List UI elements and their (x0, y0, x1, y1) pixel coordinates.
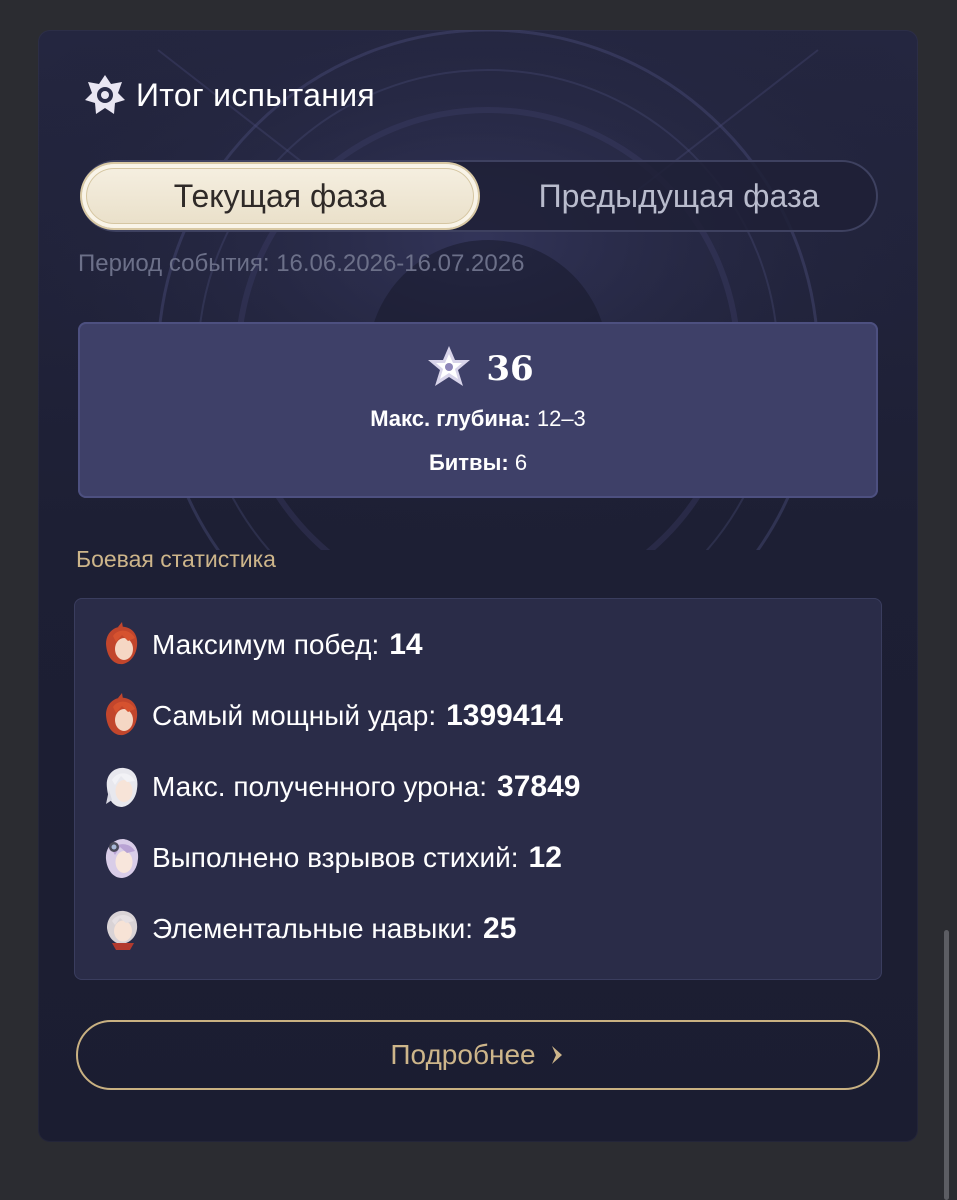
stat-label: Максимум побед: (152, 629, 380, 660)
stat-label: Элементальные навыки: (152, 913, 474, 944)
white-hair-character-avatar (106, 767, 138, 807)
stat-label: Самый мощный удар: (152, 700, 437, 731)
battle-stats-panel: Максимум побед: 14 Самый мощный удар: 13… (74, 598, 882, 980)
purple-hair-character-avatar (105, 839, 139, 878)
max-depth-label: Макс. глубина: (370, 406, 531, 431)
summary-panel: 36 Макс. глубина: 12–3 Битвы: 6 (78, 322, 878, 498)
tab-previous-phase[interactable]: Предыдущая фаза (480, 160, 878, 232)
abyss-summary-card: Итог испытания Текущая фаза Предыдущая ф… (38, 30, 918, 1142)
chevron-right-icon (551, 1046, 562, 1064)
max-depth-line: Макс. глубина: 12–3 (78, 406, 878, 432)
stat-row: Максимум побед: 14 (98, 620, 423, 670)
event-period: Период события: 16.06.2026-16.07.2026 (78, 250, 525, 277)
battles-label: Битвы: (428, 450, 509, 475)
header: Итог испытания (82, 72, 375, 118)
red-hair-character-avatar (106, 622, 138, 665)
stars-row: 36 (78, 342, 878, 396)
max-depth-value: 12–3 (536, 406, 586, 431)
stat-value: 12 (528, 841, 562, 874)
page-title: Итог испытания (136, 76, 376, 113)
stat-row: Элементальные навыки: 25 (98, 904, 516, 954)
stat-value: 1399414 (446, 699, 563, 732)
tab-current-phase[interactable]: Текущая фаза (82, 164, 478, 228)
stat-row: Выполнено взрывов стихий: 12 (98, 833, 562, 883)
stat-value: 37849 (497, 770, 581, 803)
battle-stats-title: Боевая статистика (76, 546, 276, 572)
stat-label: Макс. полученного урона: (152, 771, 488, 802)
more-details-button[interactable]: Подробнее (76, 1020, 880, 1090)
stat-row: Макс. полученного урона: 37849 (98, 762, 580, 812)
more-details-label: Подробнее (390, 1039, 536, 1070)
red-hair-character-avatar (106, 693, 138, 736)
scrollbar[interactable] (944, 930, 949, 1200)
battles-value: 6 (514, 450, 528, 475)
abyss-emblem-icon (85, 75, 125, 114)
silver-hair-character-avatar (107, 910, 138, 950)
abyss-star-icon (428, 346, 471, 386)
stat-value: 25 (483, 912, 517, 945)
stat-row: Самый мощный удар: 1399414 (98, 691, 563, 741)
battles-line: Битвы: 6 (78, 450, 878, 476)
stars-count: 36 (486, 349, 534, 389)
stat-value: 14 (389, 628, 423, 661)
stat-label: Выполнено взрывов стихий: (152, 842, 519, 873)
phase-tabs: Текущая фаза Предыдущая фаза (80, 160, 878, 232)
